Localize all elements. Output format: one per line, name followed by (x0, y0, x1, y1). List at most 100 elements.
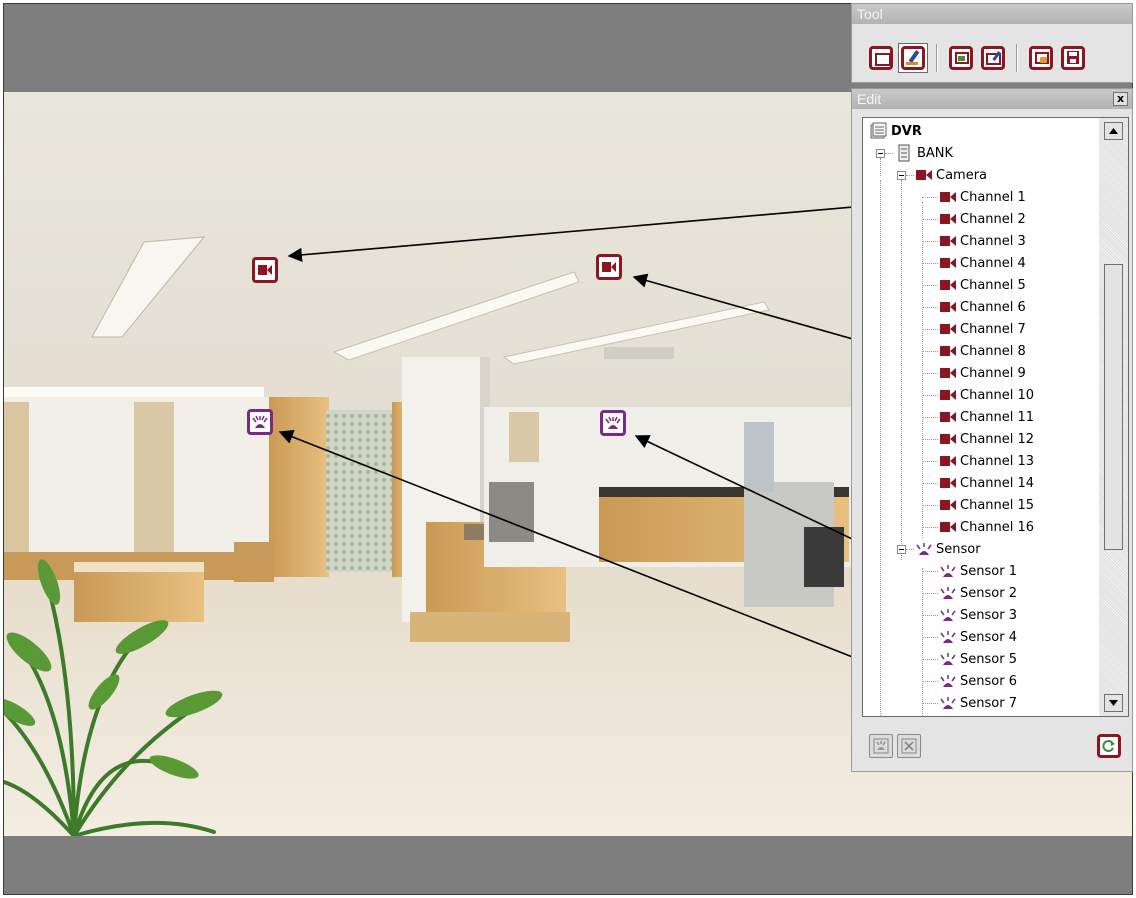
tree-item-dvr-label: DVR (891, 123, 922, 139)
close-button[interactable]: x (1113, 92, 1128, 106)
tree-item-sensor-label: Sensor 7 (960, 695, 1017, 711)
sensor-icon (252, 415, 268, 428)
tree-item-sensor[interactable]: Sensor 1 (922, 560, 1017, 582)
tree-item-channel[interactable]: Channel 12 (922, 428, 1034, 450)
tree-item-channel[interactable]: Channel 10 (922, 384, 1034, 406)
tree-connector (922, 395, 938, 396)
sensor-marker-sensor-1[interactable] (600, 410, 626, 436)
collapse-toggle[interactable] (897, 544, 906, 554)
collapse-toggle[interactable] (897, 170, 906, 180)
tree-item-sensor-group[interactable]: Sensor (897, 538, 981, 560)
edit-tool-button[interactable] (898, 43, 928, 73)
tree-item-channel[interactable]: Channel 16 (922, 516, 1034, 538)
tree-item-channel[interactable]: Channel 2 (922, 208, 1026, 230)
tree-item-sensor[interactable]: Sensor 6 (922, 670, 1017, 692)
tree-item-channel-label: Channel 15 (960, 497, 1035, 513)
tree-item-sensor[interactable]: Sensor 7 (922, 692, 1017, 714)
tree-item-channel-label: Channel 14 (960, 475, 1035, 491)
camera-icon (940, 236, 956, 246)
tree-item-channel[interactable]: Channel 5 (922, 274, 1026, 296)
scroll-thumb[interactable] (1104, 264, 1123, 550)
sensor-marker-sensor-6[interactable] (247, 409, 273, 435)
tree-item-channel[interactable]: Channel 14 (922, 472, 1034, 494)
save-tool-button[interactable] (1058, 43, 1088, 73)
tree-connector (922, 285, 938, 286)
camera-marker-channel-8[interactable] (596, 254, 622, 280)
camera-icon (940, 324, 956, 334)
camera-icon (940, 390, 956, 400)
tree-item-channel[interactable]: Channel 1 (922, 186, 1026, 208)
tree-connector (922, 483, 938, 484)
camera-marker-channel-1[interactable] (252, 257, 278, 283)
tree-item-channel[interactable]: Channel 3 (922, 230, 1026, 252)
tree-item-channel[interactable]: Channel 11 (922, 406, 1034, 428)
scroll-up-button[interactable] (1104, 122, 1123, 140)
tree-item-channel[interactable]: Channel 4 (922, 252, 1026, 274)
tree-connector (922, 615, 938, 616)
tree-item-sensor[interactable]: Sensor 4 (922, 626, 1017, 648)
camera-icon (940, 456, 956, 466)
tree-item-channel-label: Channel 9 (960, 365, 1026, 381)
tree-item-sensor-group-label: Sensor (936, 541, 981, 557)
tree-connector (880, 180, 881, 716)
tree-item-camera-group[interactable]: Camera (897, 164, 987, 186)
tree-connector (922, 307, 938, 308)
tree-connector (922, 527, 938, 528)
tree-item-channel[interactable]: Channel 6 (922, 296, 1026, 318)
rename-tool-button[interactable] (978, 43, 1008, 73)
camera-icon (940, 192, 956, 202)
tree-item-channel-label: Channel 1 (960, 189, 1026, 205)
camera-icon (916, 170, 932, 180)
toolbar-separator (1016, 44, 1018, 72)
sensor-edit-button[interactable] (869, 734, 893, 758)
lock-image-tool-button[interactable] (1026, 43, 1056, 73)
sensor-icon (940, 653, 956, 665)
tree-item-sensor-label: Sensor 4 (960, 629, 1017, 645)
device-tree-box: DVR BANK Camera Channel 1 Channel 2 Chan… (862, 117, 1129, 717)
tree-scrollbar[interactable] (1099, 118, 1128, 716)
sensor-icon (916, 543, 932, 555)
tree-item-sensor-label: Sensor 5 (960, 651, 1017, 667)
tree-item-channel-label: Channel 2 (960, 211, 1026, 227)
tree-item-bank-label: BANK (917, 145, 954, 161)
scroll-down-button[interactable] (1104, 694, 1123, 712)
tree-connector (922, 241, 938, 242)
tree-connector (906, 549, 914, 550)
tree-item-channel[interactable]: Channel 13 (922, 450, 1034, 472)
tree-item-channel-label: Channel 16 (960, 519, 1035, 535)
tree-item-sensor-label: Sensor 2 (960, 585, 1017, 601)
toolbar-separator (936, 44, 938, 72)
collapse-toggle[interactable] (876, 148, 885, 158)
server-icon (898, 144, 910, 162)
tree-item-bank[interactable]: BANK (876, 142, 953, 164)
edit-panel-title-text: Edit (857, 91, 882, 107)
tree-connector (922, 373, 938, 374)
tree-item-channel[interactable]: Channel 7 (922, 318, 1026, 340)
tree-connector (922, 637, 938, 638)
tool-panel-title: Tool (852, 4, 1132, 24)
camera-icon (940, 522, 956, 532)
tree-item-dvr[interactable]: DVR (869, 120, 922, 142)
camera-icon (940, 258, 956, 268)
tree-item-channel[interactable]: Channel 8 (922, 340, 1026, 362)
camera-icon (940, 368, 956, 378)
tree-item-sensor[interactable]: Sensor 2 (922, 582, 1017, 604)
tree-connector (922, 461, 938, 462)
delete-button[interactable] (897, 734, 921, 758)
tree-item-sensor[interactable]: Sensor 3 (922, 604, 1017, 626)
camera-icon (602, 262, 616, 272)
refresh-button[interactable] (1097, 734, 1121, 758)
window-tool-button[interactable] (866, 43, 896, 73)
tree-item-channel[interactable]: Channel 15 (922, 494, 1034, 516)
arrow-up-icon (1109, 128, 1118, 134)
tree-item-channel-label: Channel 7 (960, 321, 1026, 337)
tree-item-sensor[interactable]: Sensor 5 (922, 648, 1017, 670)
tree-connector (922, 505, 938, 506)
tree-item-channel[interactable]: Channel 9 (922, 362, 1026, 384)
sensor-icon (940, 675, 956, 687)
camera-icon (940, 500, 956, 510)
image-tool-button[interactable] (946, 43, 976, 73)
tree-item-sensor-label: Sensor 6 (960, 673, 1017, 689)
camera-icon (940, 280, 956, 290)
tree-item-sensor-label: Sensor 3 (960, 607, 1017, 623)
